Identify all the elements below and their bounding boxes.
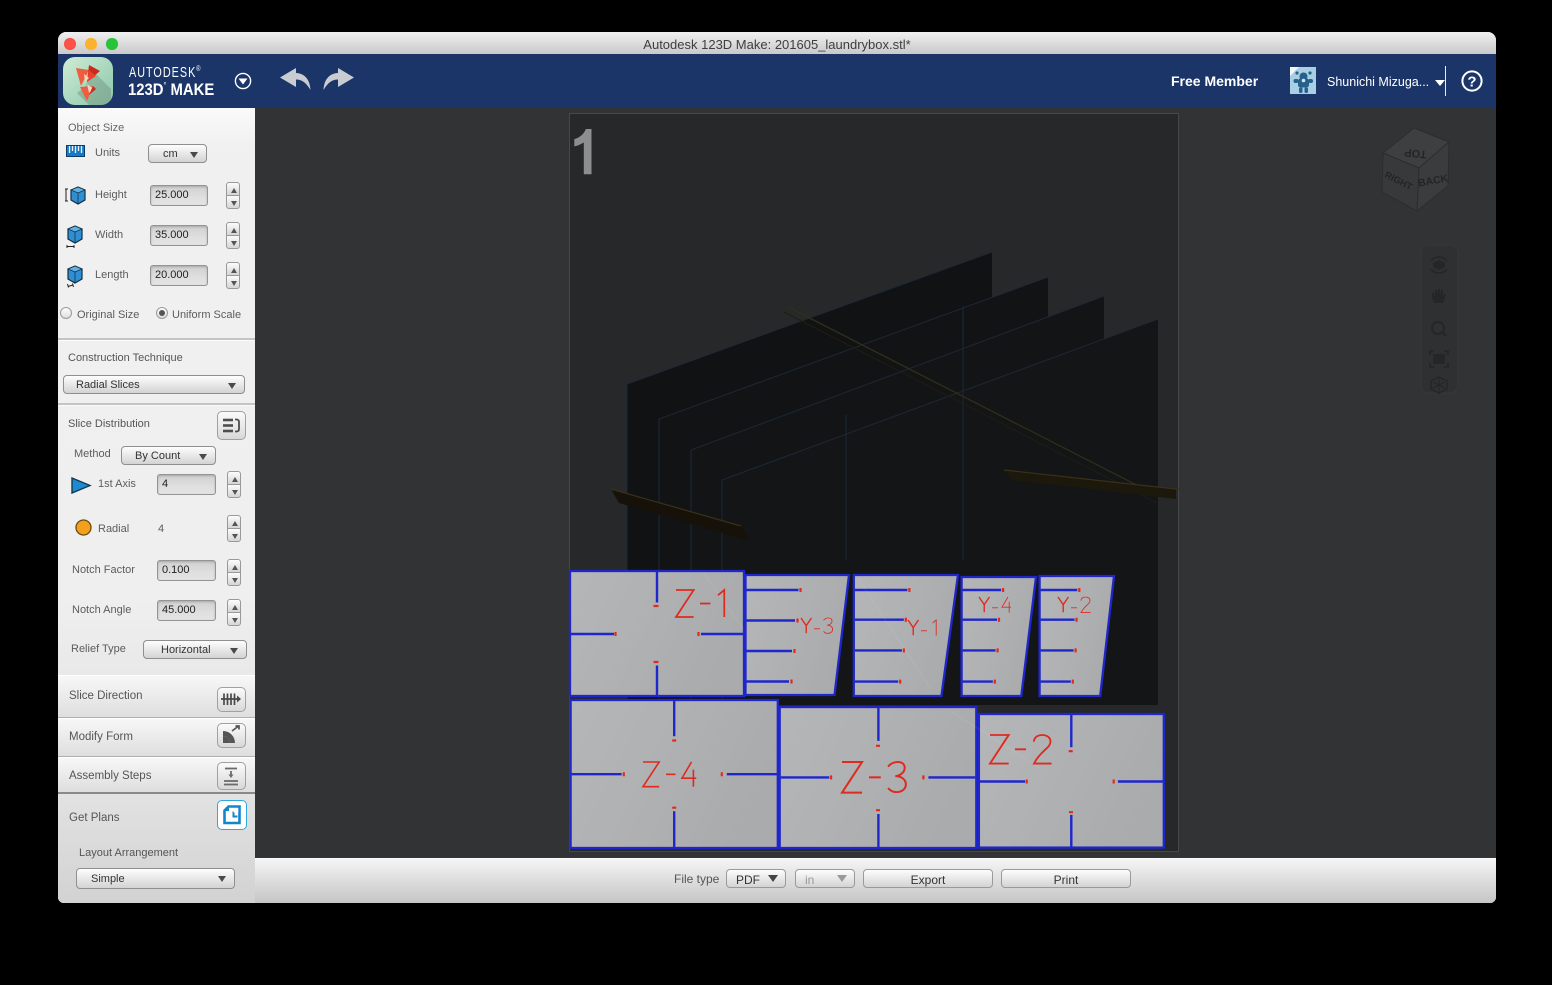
svg-text:?: ?: [1467, 74, 1476, 91]
svg-text:TOP: TOP: [1404, 146, 1427, 160]
